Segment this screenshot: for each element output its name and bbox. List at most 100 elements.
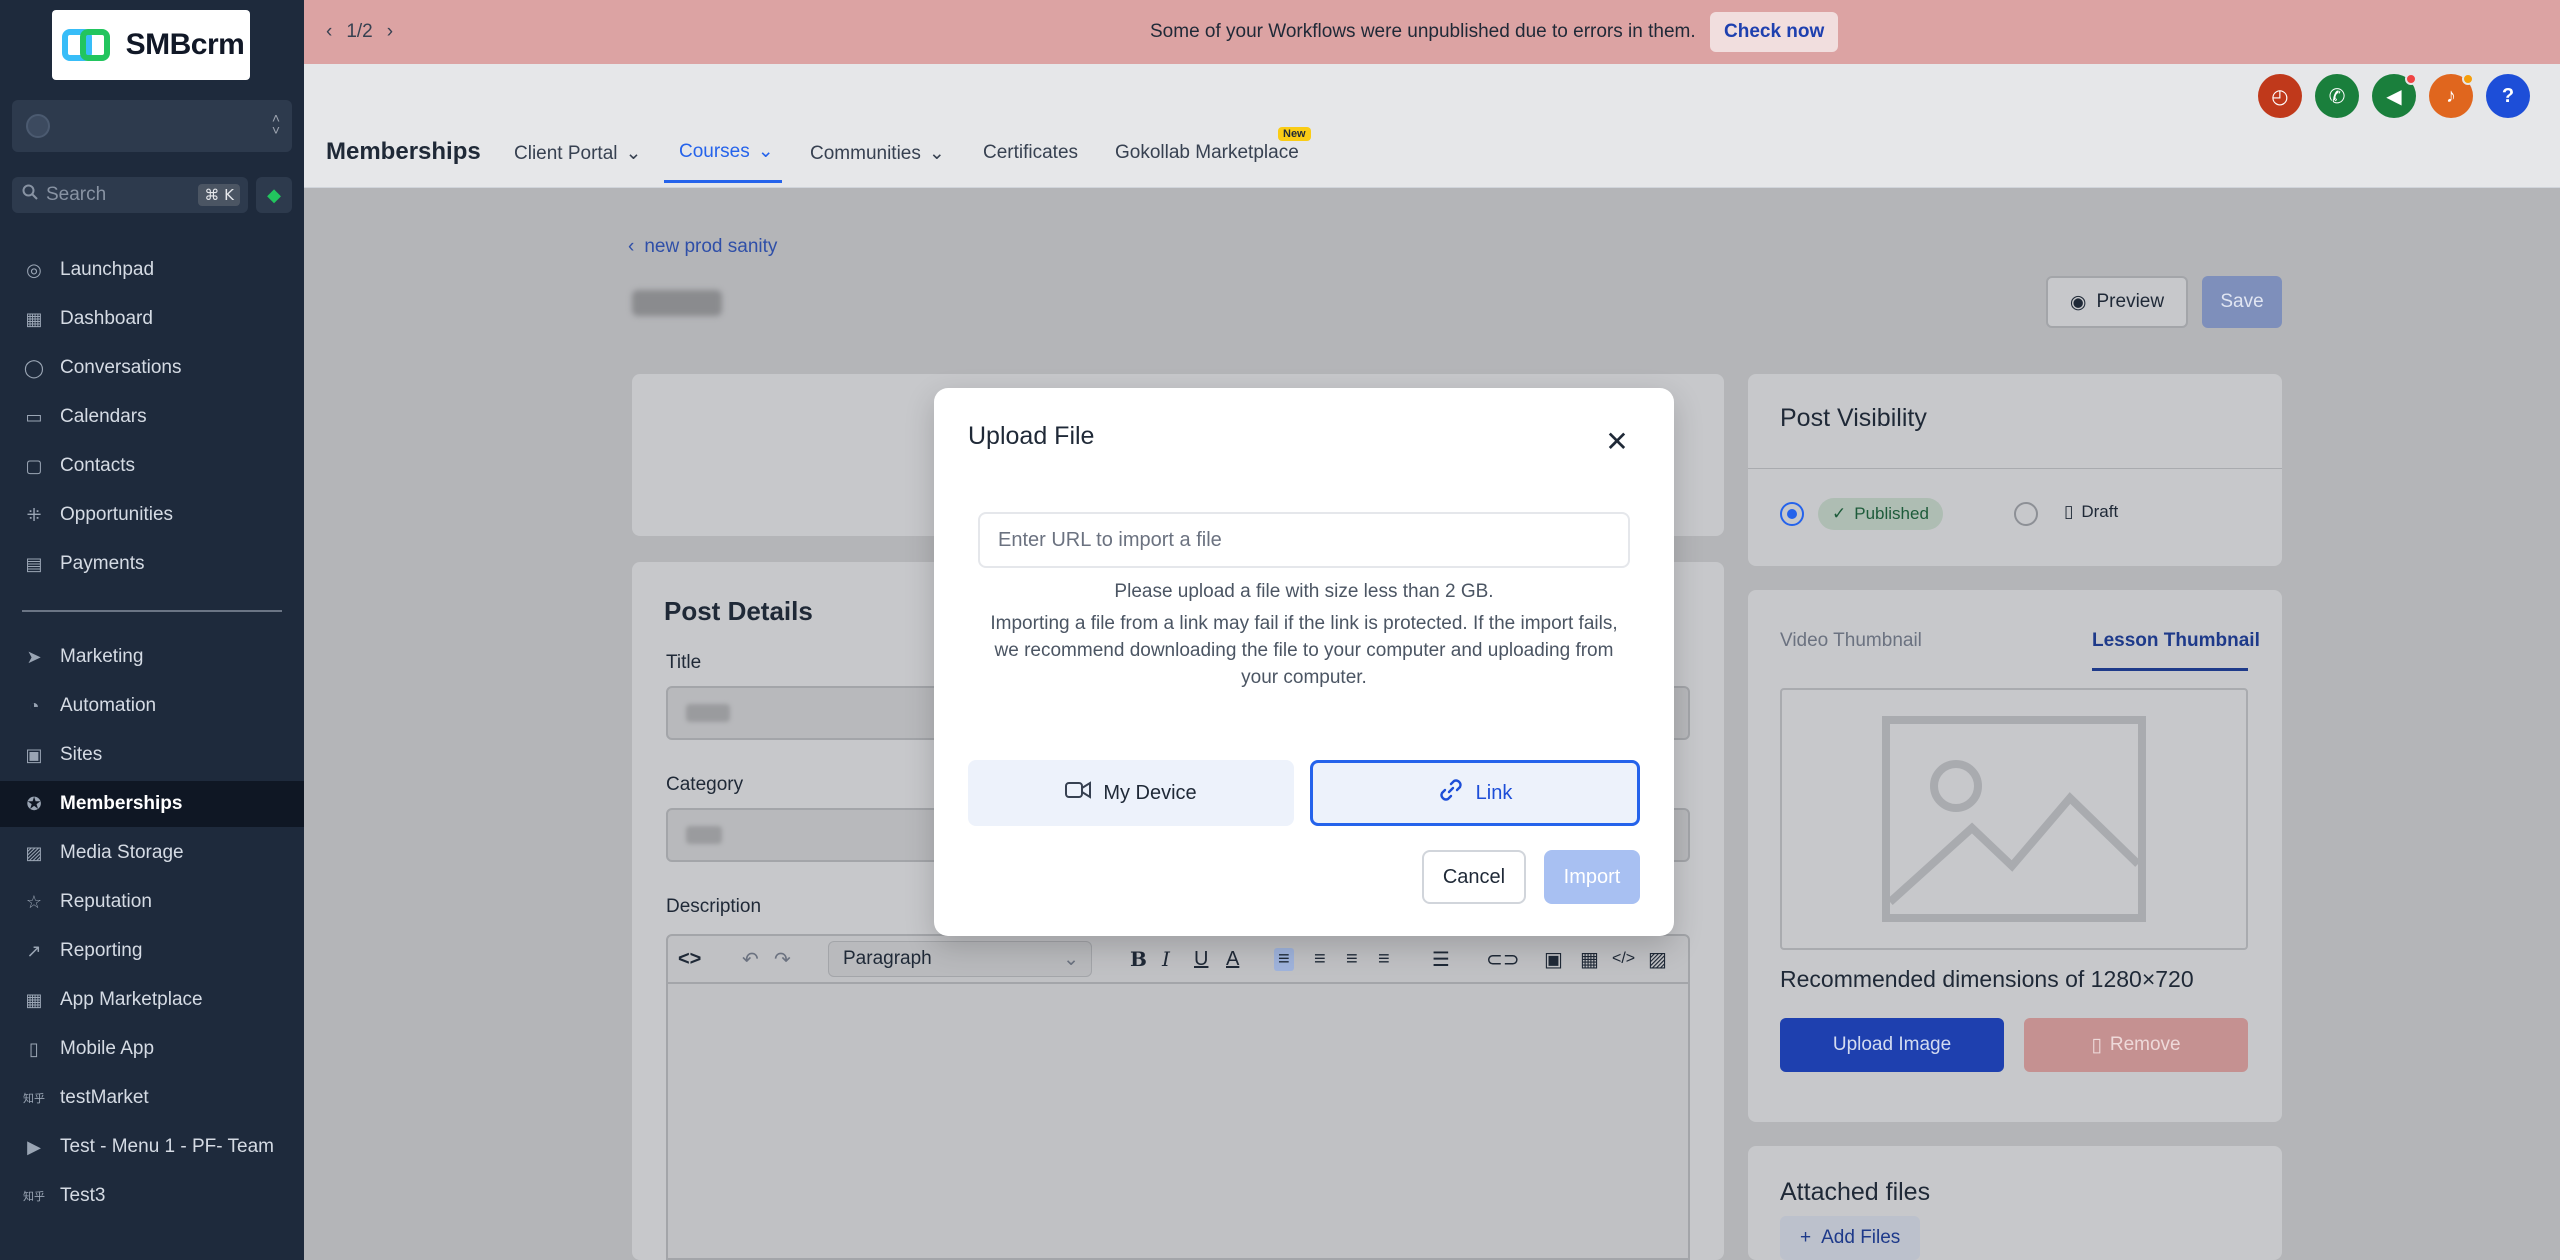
- video-camera-icon: [1065, 780, 1092, 806]
- bullet-list-icon[interactable]: ☰: [1432, 947, 1450, 972]
- logo[interactable]: SMBcrm: [52, 10, 250, 80]
- undo-icon[interactable]: ↶: [742, 947, 759, 972]
- chevron-left-icon[interactable]: ‹: [326, 21, 332, 43]
- tab-lesson-thumbnail[interactable]: Lesson Thumbnail: [2092, 630, 2260, 652]
- quick-action-button[interactable]: ◆: [256, 177, 292, 213]
- sidebar-item-test-menu-1[interactable]: ▶ Test - Menu 1 - PF- Team: [0, 1124, 304, 1170]
- sidebar-item-calendars[interactable]: ▭ Calendars: [0, 394, 304, 440]
- paragraph-select[interactable]: Paragraph ⌄: [828, 941, 1092, 977]
- sidebar-item-automation[interactable]: ◔ Automation: [0, 683, 304, 729]
- megaphone-icon[interactable]: ◀: [2372, 73, 2417, 118]
- draft-radio[interactable]: [2014, 502, 2038, 526]
- tab-gokollab-marketplace[interactable]: Gokollab Marketplace: [1115, 142, 1299, 164]
- sidebar-item-launchpad[interactable]: ◎ Launchpad: [0, 247, 304, 293]
- sidebar-item-dashboard[interactable]: ▦ Dashboard: [0, 296, 304, 342]
- link-button[interactable]: Link: [1310, 760, 1640, 826]
- my-device-button[interactable]: My Device: [968, 760, 1294, 826]
- align-right-icon[interactable]: ≡: [1346, 948, 1358, 971]
- phone-icon[interactable]: ✆: [2315, 74, 2359, 118]
- sites-icon: ▣: [25, 744, 43, 765]
- embed-code-icon[interactable]: </>: [1612, 950, 1635, 968]
- link-label: Link: [1475, 781, 1513, 804]
- close-icon[interactable]: ✕: [1602, 426, 1632, 457]
- table-icon[interactable]: ▦: [1580, 947, 1599, 972]
- upload-file-modal: Upload File ✕ Please upload a file with …: [934, 388, 1674, 936]
- remove-button[interactable]: ▯ Remove: [2024, 1018, 2248, 1072]
- align-center-icon[interactable]: ≡: [1314, 948, 1326, 971]
- sidebar-item-sites[interactable]: ▣ Sites: [0, 732, 304, 778]
- underline-icon[interactable]: U: [1194, 948, 1208, 971]
- sidebar-item-reporting[interactable]: ↗ Reporting: [0, 928, 304, 974]
- image-icon[interactable]: ▨: [1648, 947, 1667, 972]
- page-title: Memberships: [326, 138, 481, 165]
- published-radio[interactable]: [1780, 502, 1804, 526]
- align-left-icon[interactable]: ≡: [1274, 947, 1294, 971]
- sidebar-item-mobile-app[interactable]: ▯ Mobile App: [0, 1026, 304, 1072]
- speedometer-icon[interactable]: ◴: [2258, 74, 2302, 118]
- sidebar: SMBcrm ˄ ˅ Search ⌘ K ◆ ◎ Launchpad ▦ Dashb…: [0, 0, 304, 1260]
- save-button[interactable]: Save: [2202, 276, 2282, 328]
- search-icon: [22, 184, 38, 206]
- description-editor[interactable]: [666, 984, 1690, 1260]
- active-tab-indicator: [664, 180, 782, 183]
- media-icon[interactable]: ▣: [1544, 947, 1563, 972]
- bell-icon[interactable]: ♪: [2429, 73, 2474, 118]
- add-files-label: Add Files: [1821, 1227, 1901, 1248]
- published-badge: ✓ Published: [1818, 498, 1943, 530]
- sidebar-item-media-storage[interactable]: ▨ Media Storage: [0, 830, 304, 876]
- paragraph-select-value: Paragraph: [843, 948, 932, 969]
- sidebar-item-testmarket[interactable]: 知乎 testMarket: [0, 1075, 304, 1121]
- import-button[interactable]: Import: [1544, 850, 1640, 904]
- sidebar-item-payments[interactable]: ▤ Payments: [0, 541, 304, 587]
- search-input[interactable]: Search ⌘ K: [12, 177, 248, 213]
- sidebar-item-label: Dashboard: [60, 308, 153, 329]
- remove-label: Remove: [2109, 1034, 2181, 1055]
- sidebar-item-opportunities[interactable]: ⁜ Opportunities: [0, 492, 304, 538]
- sidebar-item-app-marketplace[interactable]: ▦ App Marketplace: [0, 977, 304, 1023]
- sidebar-item-conversations[interactable]: ◯ Conversations: [0, 345, 304, 391]
- url-input[interactable]: [978, 512, 1630, 568]
- preview-button[interactable]: ◉ Preview: [2046, 276, 2188, 328]
- text-color-icon[interactable]: A: [1226, 948, 1239, 971]
- sidebar-item-marketing[interactable]: ➤ Marketing: [0, 634, 304, 680]
- upload-image-button[interactable]: Upload Image: [1780, 1018, 2004, 1072]
- back-link-label: new prod sanity: [644, 236, 778, 257]
- code-view-icon[interactable]: <>: [678, 948, 701, 971]
- post-details-heading: Post Details: [664, 596, 813, 626]
- pager-count: 1/2: [346, 21, 373, 42]
- tab-video-thumbnail[interactable]: Video Thumbnail: [1780, 630, 1922, 652]
- tab-certificates[interactable]: Certificates: [983, 142, 1078, 164]
- sidebar-item-label: Marketing: [60, 646, 144, 667]
- title-value-blurred: [686, 704, 730, 722]
- cancel-button[interactable]: Cancel: [1422, 850, 1526, 904]
- sidebar-item-label: Reporting: [60, 940, 143, 961]
- help-icon[interactable]: ?: [2486, 74, 2530, 118]
- back-link[interactable]: ‹ new prod sanity: [628, 236, 777, 258]
- logo-text: SMBcrm: [125, 28, 245, 61]
- tab-label: Certificates: [983, 142, 1079, 163]
- modal-title: Upload File: [968, 422, 1095, 450]
- sidebar-item-test3[interactable]: 知乎 Test3: [0, 1173, 304, 1219]
- italic-icon[interactable]: I: [1162, 947, 1170, 971]
- tab-courses[interactable]: Courses ⌄: [679, 140, 774, 163]
- chevron-right-icon[interactable]: ›: [387, 21, 393, 43]
- bold-icon[interactable]: B: [1130, 947, 1147, 971]
- sidebar-item-memberships[interactable]: ✪ Memberships: [0, 781, 304, 827]
- sidebar-item-label: Opportunities: [60, 504, 174, 525]
- justify-icon[interactable]: ≡: [1378, 948, 1390, 971]
- link-icon[interactable]: ⊂⊃: [1486, 947, 1520, 972]
- sidebar-item-contacts[interactable]: ▢ Contacts: [0, 443, 304, 489]
- account-switcher[interactable]: ˄ ˅: [12, 100, 292, 152]
- tab-communities[interactable]: Communities ⌄: [810, 142, 945, 165]
- sidebar-item-label: Media Storage: [60, 842, 184, 863]
- sidebar-item-label: Test3: [60, 1185, 106, 1206]
- link-icon: [1438, 777, 1464, 809]
- tab-client-portal[interactable]: Client Portal ⌄: [514, 142, 641, 165]
- sidebar-item-reputation[interactable]: ☆ Reputation: [0, 879, 304, 925]
- add-files-button[interactable]: + Add Files: [1780, 1216, 1921, 1260]
- image-placeholder-icon: [1882, 716, 2146, 922]
- tab-label: Communities: [810, 142, 921, 164]
- redo-icon[interactable]: ↷: [774, 947, 791, 972]
- avatar: [26, 114, 50, 138]
- check-now-button[interactable]: Check now: [1710, 12, 1839, 52]
